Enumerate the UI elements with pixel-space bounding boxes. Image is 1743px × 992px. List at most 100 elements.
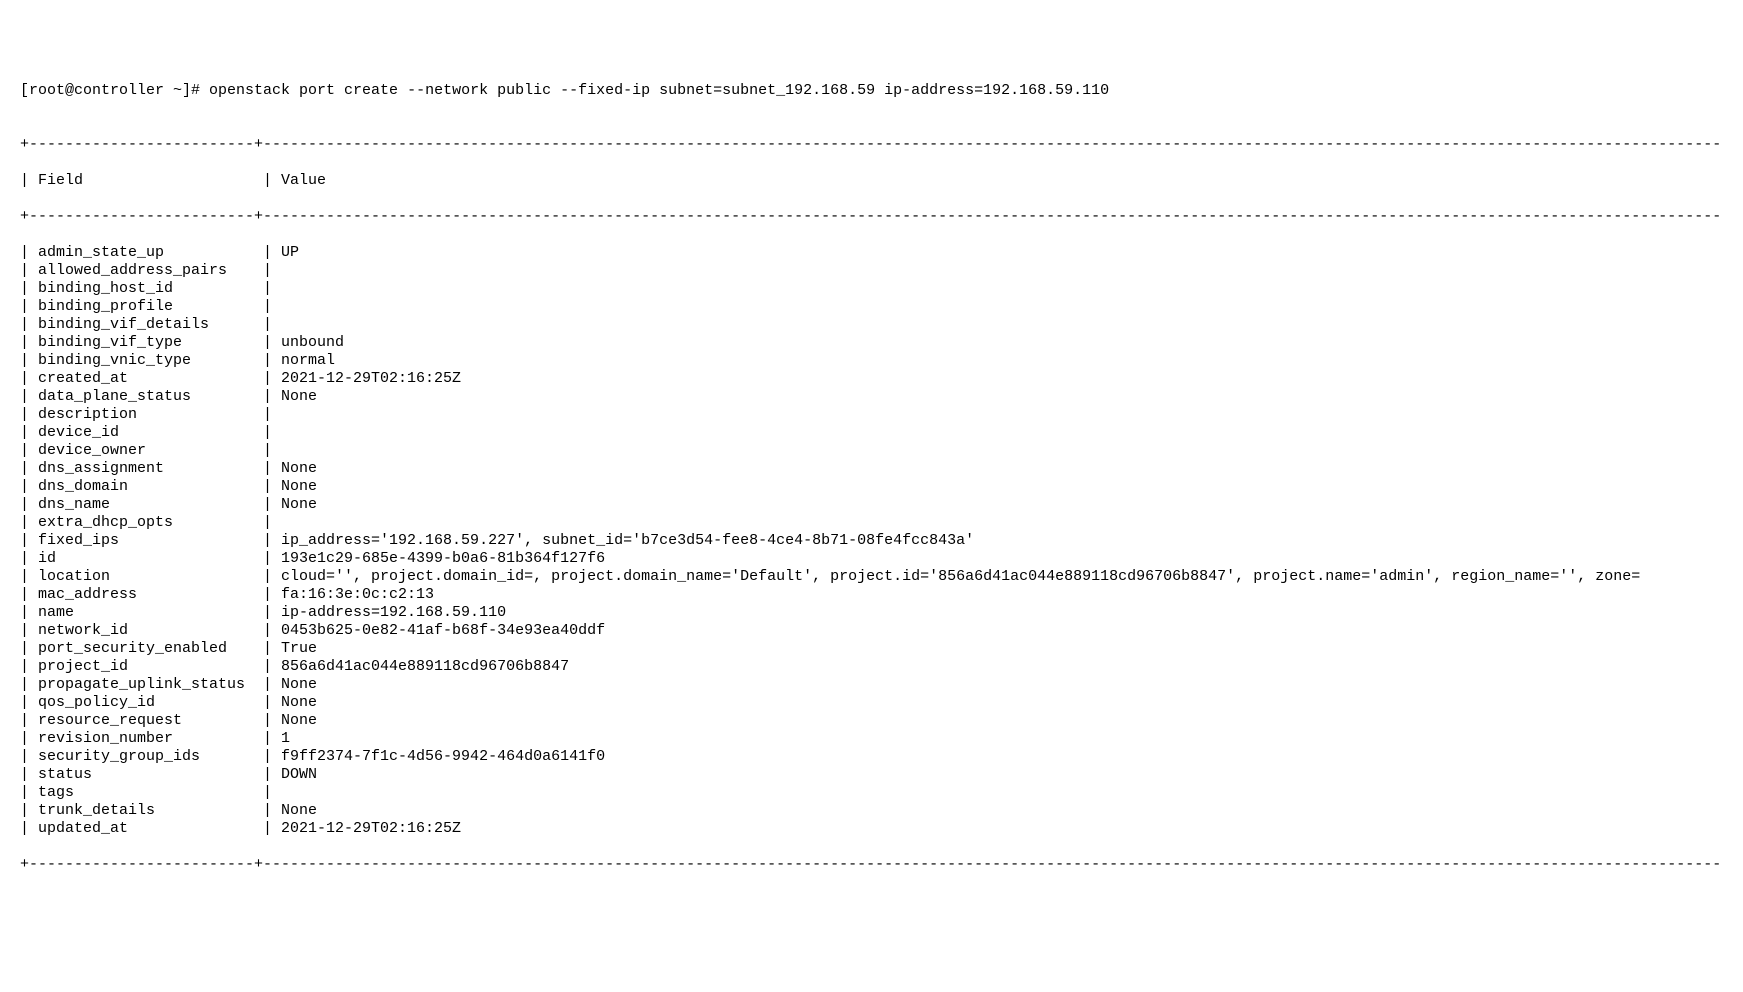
field-cell: tags <box>29 784 263 802</box>
field-cell: location <box>29 568 263 586</box>
field-cell: qos_policy_id <box>29 694 263 712</box>
table-row: |port_security_enabled|True <box>20 640 1723 658</box>
value-cell: 856a6d41ac044e889118cd96706b8847 <box>272 658 569 676</box>
command-text: openstack port create --network public -… <box>209 82 1109 100</box>
field-cell: resource_request <box>29 712 263 730</box>
command-line: [root@controller ~]# openstack port crea… <box>20 82 1723 100</box>
field-cell: binding_vif_type <box>29 334 263 352</box>
table-row: |propagate_uplink_status|None <box>20 676 1723 694</box>
value-cell: cloud='', project.domain_id=, project.do… <box>272 568 1640 586</box>
table-row: |dns_assignment|None <box>20 460 1723 478</box>
value-cell: ip_address='192.168.59.227', subnet_id='… <box>272 532 974 550</box>
table-row: |binding_vif_details| <box>20 316 1723 334</box>
table-row: |binding_vif_type|unbound <box>20 334 1723 352</box>
field-cell: created_at <box>29 370 263 388</box>
value-cell <box>272 514 281 532</box>
value-cell: 0453b625-0e82-41af-b68f-34e93ea40ddf <box>272 622 605 640</box>
field-cell: updated_at <box>29 820 263 838</box>
field-cell: extra_dhcp_opts <box>29 514 263 532</box>
field-cell: mac_address <box>29 586 263 604</box>
table-row: |id|193e1c29-685e-4399-b0a6-81b364f127f6 <box>20 550 1723 568</box>
field-cell: allowed_address_pairs <box>29 262 263 280</box>
table-row: |qos_policy_id|None <box>20 694 1723 712</box>
table-bottom-border: +-------------------------+-------------… <box>20 856 1723 874</box>
table-row: |data_plane_status|None <box>20 388 1723 406</box>
field-cell: admin_state_up <box>29 244 263 262</box>
value-cell: UP <box>272 244 299 262</box>
value-cell <box>272 406 281 424</box>
field-cell: dns_assignment <box>29 460 263 478</box>
table-mid-border: +-------------------------+-------------… <box>20 208 1723 226</box>
field-cell: revision_number <box>29 730 263 748</box>
header-value: Value <box>272 172 326 190</box>
table-row: |tags| <box>20 784 1723 802</box>
table-row: |extra_dhcp_opts| <box>20 514 1723 532</box>
value-cell: None <box>272 460 317 478</box>
table-row: |network_id|0453b625-0e82-41af-b68f-34e9… <box>20 622 1723 640</box>
output-table: +-------------------------+-------------… <box>20 118 1723 892</box>
field-cell: trunk_details <box>29 802 263 820</box>
value-cell: ip-address=192.168.59.110 <box>272 604 506 622</box>
table-row: |location|cloud='', project.domain_id=, … <box>20 568 1723 586</box>
header-field: Field <box>29 172 263 190</box>
value-cell <box>272 424 281 442</box>
value-cell: 1 <box>272 730 290 748</box>
table-row: |security_group_ids|f9ff2374-7f1c-4d56-9… <box>20 748 1723 766</box>
value-cell: None <box>272 478 317 496</box>
table-row: |description| <box>20 406 1723 424</box>
table-row: |status|DOWN <box>20 766 1723 784</box>
value-cell: 2021-12-29T02:16:25Z <box>272 820 461 838</box>
table-row: |fixed_ips|ip_address='192.168.59.227', … <box>20 532 1723 550</box>
field-cell: device_id <box>29 424 263 442</box>
value-cell: f9ff2374-7f1c-4d56-9942-464d0a6141f0 <box>272 748 605 766</box>
table-row: |dns_name|None <box>20 496 1723 514</box>
table-top-border: +-------------------------+-------------… <box>20 136 1723 154</box>
table-row: |dns_domain|None <box>20 478 1723 496</box>
field-cell: binding_profile <box>29 298 263 316</box>
field-cell: binding_vif_details <box>29 316 263 334</box>
value-cell: 2021-12-29T02:16:25Z <box>272 370 461 388</box>
field-cell: binding_vnic_type <box>29 352 263 370</box>
table-row: |project_id|856a6d41ac044e889118cd96706b… <box>20 658 1723 676</box>
field-cell: dns_domain <box>29 478 263 496</box>
value-cell: None <box>272 694 317 712</box>
value-cell: True <box>272 640 317 658</box>
value-cell <box>272 784 281 802</box>
value-cell: None <box>272 676 317 694</box>
value-cell <box>272 316 281 334</box>
table-row: |binding_profile| <box>20 298 1723 316</box>
value-cell <box>272 262 281 280</box>
value-cell: None <box>272 388 317 406</box>
value-cell: fa:16:3e:0c:c2:13 <box>272 586 434 604</box>
table-row: |resource_request|None <box>20 712 1723 730</box>
value-cell: 193e1c29-685e-4399-b0a6-81b364f127f6 <box>272 550 605 568</box>
table-row: |updated_at|2021-12-29T02:16:25Z <box>20 820 1723 838</box>
table-row: |binding_host_id| <box>20 280 1723 298</box>
value-cell: None <box>272 802 317 820</box>
value-cell: unbound <box>272 334 344 352</box>
value-cell <box>272 442 281 460</box>
shell-prompt: [root@controller ~]# <box>20 82 209 100</box>
field-cell: port_security_enabled <box>29 640 263 658</box>
value-cell: None <box>272 496 317 514</box>
field-cell: project_id <box>29 658 263 676</box>
table-row: |device_id| <box>20 424 1723 442</box>
value-cell <box>272 280 281 298</box>
field-cell: fixed_ips <box>29 532 263 550</box>
value-cell: normal <box>272 352 335 370</box>
value-cell: DOWN <box>272 766 317 784</box>
field-cell: description <box>29 406 263 424</box>
table-header-row: |Field|Value <box>20 172 1723 190</box>
field-cell: network_id <box>29 622 263 640</box>
field-cell: status <box>29 766 263 784</box>
table-row: |binding_vnic_type|normal <box>20 352 1723 370</box>
value-cell: None <box>272 712 317 730</box>
field-cell: dns_name <box>29 496 263 514</box>
value-cell <box>272 298 281 316</box>
table-row: |admin_state_up|UP <box>20 244 1723 262</box>
table-row: |device_owner| <box>20 442 1723 460</box>
field-cell: propagate_uplink_status <box>29 676 263 694</box>
table-row: |trunk_details|None <box>20 802 1723 820</box>
table-row: |mac_address|fa:16:3e:0c:c2:13 <box>20 586 1723 604</box>
table-row: |revision_number|1 <box>20 730 1723 748</box>
